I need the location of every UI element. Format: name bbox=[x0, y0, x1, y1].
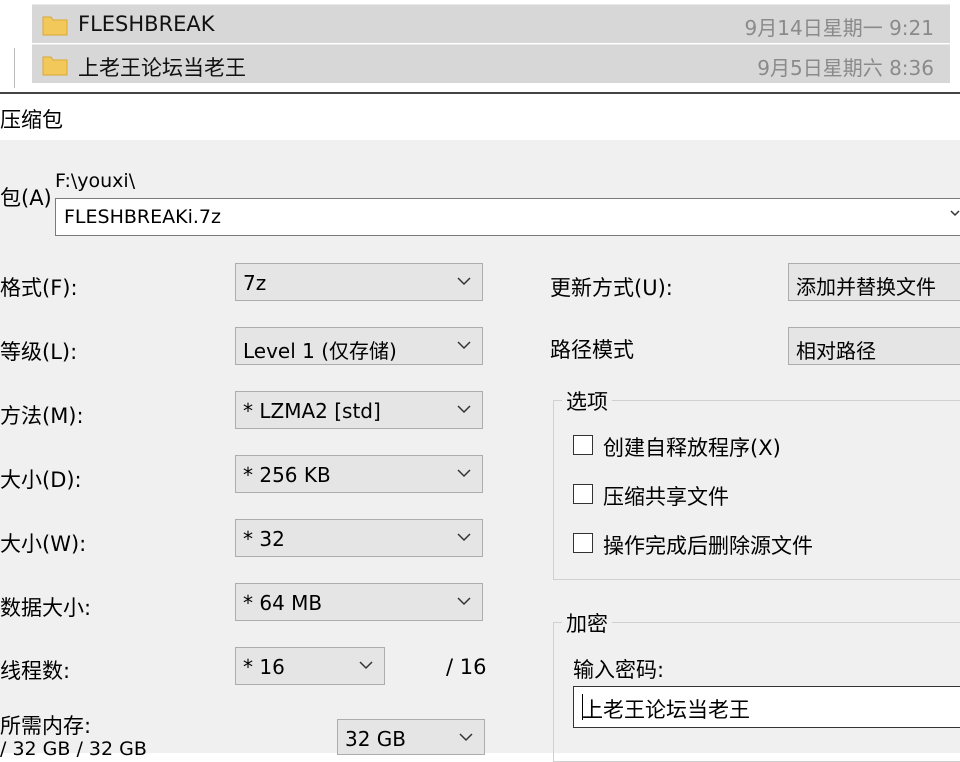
word-size-select[interactable]: * 32 bbox=[235, 519, 483, 557]
level-value: Level 1 (仅存储) bbox=[243, 339, 397, 363]
memory-usage: / 32 GB / 32 GB bbox=[0, 738, 147, 760]
format-select[interactable]: 7z bbox=[235, 263, 483, 301]
update-mode-label: 更新方式(U): bbox=[550, 276, 673, 300]
level-select[interactable]: Level 1 (仅存储) bbox=[235, 327, 483, 365]
chevron-down-icon bbox=[359, 661, 373, 670]
format-value: 7z bbox=[243, 271, 267, 295]
threads-select[interactable]: * 16 bbox=[235, 647, 385, 685]
method-label: 方法(M): bbox=[0, 404, 84, 428]
word-size-value: * 32 bbox=[243, 527, 285, 551]
file-row[interactable]: FLESHBREAK 9月14日星期一 9:21 bbox=[32, 4, 950, 43]
password-input[interactable]: 上老王论坛当老王 bbox=[573, 686, 960, 728]
password-label: 输入密码: bbox=[573, 658, 665, 682]
memory-label: 所需内存: bbox=[0, 714, 92, 738]
chevron-down-icon bbox=[457, 277, 471, 286]
threads-label: 线程数: bbox=[0, 659, 71, 683]
archive-name-value: FLESHBREAKi.7z bbox=[64, 206, 221, 228]
file-row[interactable]: 上老王论坛当老王 9月5日星期六 8:36 bbox=[32, 44, 950, 83]
archive-path: F:\youxi\ bbox=[55, 170, 136, 192]
file-name: FLESHBREAK bbox=[78, 12, 215, 36]
title-bar: 压缩包 bbox=[0, 94, 960, 140]
shared-files-checkbox-label: 压缩共享文件 bbox=[603, 485, 729, 509]
file-date: 9月5日星期六 8:36 bbox=[757, 56, 934, 80]
encryption-group-title: 加密 bbox=[562, 608, 612, 638]
path-mode-value: 相对路径 bbox=[796, 339, 876, 363]
chevron-down-icon bbox=[457, 341, 471, 350]
format-label: 格式(F): bbox=[0, 276, 78, 300]
chevron-down-icon bbox=[457, 597, 471, 606]
dictionary-size-label: 大小(D): bbox=[0, 468, 82, 492]
add-to-archive-dialog: 压缩包 包(A) F:\youxi\ FLESHBREAKi.7z 格式(F):… bbox=[0, 92, 960, 762]
word-size-label: 大小(W): bbox=[0, 532, 87, 556]
sfx-checkbox[interactable] bbox=[573, 435, 593, 455]
chevron-down-icon bbox=[457, 469, 471, 478]
sfx-checkbox-label: 创建自释放程序(X) bbox=[603, 436, 781, 460]
file-date: 9月14日星期一 9:21 bbox=[744, 16, 934, 40]
update-mode-value: 添加并替换文件 bbox=[796, 275, 936, 299]
shared-files-checkbox[interactable] bbox=[573, 484, 593, 504]
folder-icon bbox=[42, 16, 68, 36]
solid-block-value: * 64 MB bbox=[243, 591, 323, 615]
solid-block-label: 数据大小: bbox=[0, 596, 92, 620]
dictionary-size-select[interactable]: * 256 KB bbox=[235, 455, 483, 493]
file-name: 上老王论坛当老王 bbox=[78, 56, 246, 80]
threads-value: * 16 bbox=[243, 655, 285, 679]
folder-icon bbox=[42, 56, 68, 76]
threads-total: / 16 bbox=[446, 655, 487, 679]
chevron-down-icon bbox=[457, 533, 471, 542]
file-list: FLESHBREAK 9月14日星期一 9:21 上老王论坛当老王 9月5日星期… bbox=[0, 0, 960, 92]
memory-select[interactable]: 32 GB bbox=[337, 719, 485, 755]
chevron-down-icon bbox=[459, 733, 473, 742]
dialog-title: 压缩包 bbox=[0, 108, 63, 132]
archive-name-input[interactable]: FLESHBREAKi.7z bbox=[55, 198, 960, 236]
text-caret bbox=[582, 694, 583, 720]
path-mode-select[interactable]: 相对路径 bbox=[788, 327, 960, 365]
delete-after-checkbox-label: 操作完成后删除源文件 bbox=[603, 534, 813, 558]
solid-block-select[interactable]: * 64 MB bbox=[235, 583, 483, 621]
memory-value: 32 GB bbox=[345, 727, 407, 751]
divider bbox=[14, 48, 15, 88]
method-select[interactable]: * LZMA2 [std] bbox=[235, 391, 483, 429]
chevron-down-icon[interactable] bbox=[949, 207, 960, 219]
level-label: 等级(L): bbox=[0, 340, 78, 364]
password-value: 上老王论坛当老王 bbox=[582, 698, 750, 722]
archive-label: 包(A) bbox=[0, 186, 52, 210]
chevron-down-icon bbox=[457, 405, 471, 414]
path-mode-label: 路径模式 bbox=[550, 338, 634, 362]
dictionary-size-value: * 256 KB bbox=[243, 463, 331, 487]
options-group-title: 选项 bbox=[562, 386, 612, 416]
update-mode-select[interactable]: 添加并替换文件 bbox=[788, 263, 960, 301]
method-value: * LZMA2 [std] bbox=[243, 399, 381, 423]
delete-after-checkbox[interactable] bbox=[573, 533, 593, 553]
